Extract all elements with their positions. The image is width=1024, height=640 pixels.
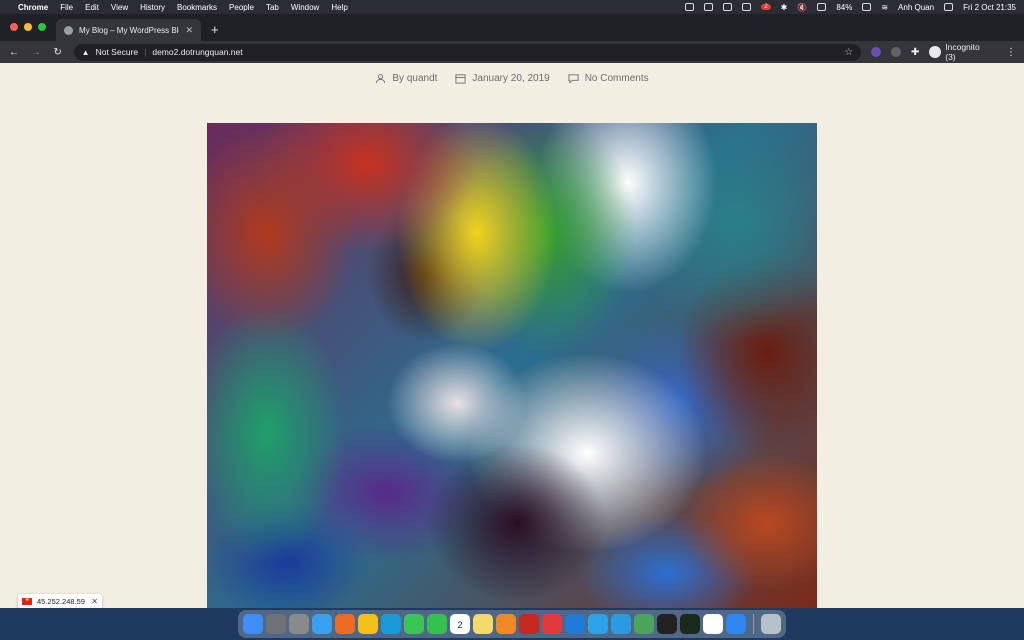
menu-history[interactable]: History	[140, 3, 165, 12]
macos-dock: 2	[238, 610, 786, 638]
incognito-profile-button[interactable]: Incognito (3)	[929, 42, 992, 62]
menu-tab[interactable]: Tab	[266, 3, 279, 12]
app-store-icon[interactable]	[726, 614, 746, 634]
more-menu-icon[interactable]: ⋮	[1006, 47, 1016, 58]
security-label[interactable]: Not Secure	[96, 47, 139, 57]
chrome-icon[interactable]	[358, 614, 378, 634]
battery-icon	[862, 3, 872, 11]
status-airplay-icon[interactable]	[742, 3, 752, 11]
menu-bookmarks[interactable]: Bookmarks	[177, 3, 217, 12]
menu-view[interactable]: View	[111, 3, 128, 12]
status-document-icon[interactable]	[723, 3, 733, 11]
menubar-clock[interactable]: Fri 2 Oct 21:35	[963, 3, 1016, 12]
ip-address: 45.252.248.59	[37, 597, 85, 606]
safari-icon[interactable]	[312, 614, 332, 634]
minimize-window-button[interactable]	[24, 23, 32, 31]
incognito-label: Incognito (3)	[945, 42, 980, 62]
control-center-icon[interactable]	[944, 3, 954, 11]
macos-menubar: Chrome File Edit View History Bookmarks …	[0, 0, 1024, 14]
creative-cloud-icon[interactable]	[542, 614, 562, 634]
forward-arrow-icon[interactable]: →	[30, 47, 42, 58]
post-author[interactable]: By quandt	[375, 73, 437, 84]
sourcetree-icon[interactable]	[634, 614, 654, 634]
notification-badge[interactable]: 2	[761, 4, 771, 10]
url-separator: |	[144, 47, 147, 57]
bluetooth-icon[interactable]: ✱	[781, 3, 788, 12]
date-text[interactable]: January 20, 2019	[472, 73, 549, 84]
menu-app-name[interactable]: Chrome	[18, 3, 48, 12]
battery-percent[interactable]: 84%	[836, 3, 852, 12]
calendar-icon	[455, 74, 466, 84]
dock-separator	[753, 614, 754, 634]
menu-window[interactable]: Window	[291, 3, 319, 12]
maximize-window-button[interactable]	[38, 23, 46, 31]
menu-help[interactable]: Help	[331, 3, 347, 12]
bookmark-star-icon[interactable]: ☆	[844, 47, 853, 58]
page-content: By quandt January 20, 2019 No Comments	[0, 63, 1024, 608]
wifi-icon[interactable]: ≋	[881, 3, 888, 12]
chrome-window: My Blog – My WordPress Blog ✕ + ← → ↻ ▲ …	[0, 14, 1024, 608]
incognito-icon	[929, 46, 942, 58]
vietnam-flag-icon	[22, 597, 32, 605]
reload-icon[interactable]: ↻	[52, 47, 64, 58]
filezilla-icon[interactable]	[519, 614, 539, 634]
notes-icon[interactable]	[473, 614, 493, 634]
user-name[interactable]: Anh Quan	[898, 3, 934, 12]
calendar-icon-dock[interactable]: 2	[450, 614, 470, 634]
comment-icon	[568, 74, 579, 84]
menu-edit[interactable]: Edit	[85, 3, 99, 12]
ip-popup-close-icon[interactable]: ✕	[91, 597, 98, 606]
post-comments[interactable]: No Comments	[568, 73, 649, 84]
status-app-icon[interactable]	[685, 3, 695, 11]
ip-info-popup: 45.252.248.59 ✕	[18, 594, 102, 608]
finder-icon[interactable]	[243, 614, 263, 634]
zalo-icon[interactable]	[703, 614, 723, 634]
extension-icon[interactable]	[871, 47, 882, 57]
messages-icon[interactable]	[404, 614, 424, 634]
trash-icon[interactable]	[761, 614, 781, 634]
post-date[interactable]: January 20, 2019	[455, 73, 550, 84]
back-arrow-icon[interactable]: ←	[8, 47, 20, 58]
featured-image	[207, 123, 817, 608]
screenshot-icon[interactable]	[289, 614, 309, 634]
browser-toolbar: ← → ↻ ▲ Not Secure | demo2.dotrungquan.n…	[0, 41, 1024, 63]
tab-close-icon[interactable]: ✕	[185, 25, 193, 36]
facetime-icon[interactable]	[427, 614, 447, 634]
author-text[interactable]: By quandt	[392, 73, 437, 84]
active-tab[interactable]: My Blog – My WordPress Blog ✕	[56, 19, 201, 41]
warning-icon[interactable]: ▲	[82, 48, 90, 57]
firefox-icon[interactable]	[335, 614, 355, 634]
new-tab-button[interactable]: +	[211, 22, 219, 37]
calendar-day: 2	[457, 620, 463, 630]
menu-people[interactable]: People	[229, 3, 254, 12]
close-window-button[interactable]	[10, 23, 18, 31]
user-icon	[376, 74, 386, 84]
extension-icon-2[interactable]	[891, 47, 901, 57]
comments-text[interactable]: No Comments	[585, 73, 649, 84]
telegram-icon[interactable]	[611, 614, 631, 634]
menubar-status-area: 2 ✱ 🔇 84% ≋ Anh Quan Fri 2 Oct 21:35	[685, 3, 1016, 12]
mute-icon[interactable]: 🔇	[797, 3, 807, 12]
sublime-icon[interactable]	[496, 614, 516, 634]
status-sync-icon[interactable]	[704, 3, 714, 11]
extensions-puzzle-icon[interactable]: ✚	[911, 47, 919, 58]
edge-icon[interactable]	[381, 614, 401, 634]
keyboard-icon[interactable]	[817, 3, 827, 11]
address-bar[interactable]: ▲ Not Secure | demo2.dotrungquan.net ☆	[73, 43, 862, 61]
system-preferences-icon[interactable]	[266, 614, 286, 634]
tab-strip: My Blog – My WordPress Blog ✕ +	[0, 14, 1024, 41]
globe-icon	[64, 25, 73, 35]
terminal-icon[interactable]	[657, 614, 677, 634]
url-text[interactable]: demo2.dotrungquan.net	[152, 47, 242, 57]
desktop-background: 2	[0, 608, 1024, 640]
onedrive-sync-icon[interactable]	[565, 614, 585, 634]
window-controls	[10, 23, 46, 31]
menu-file[interactable]: File	[60, 3, 73, 12]
post-meta: By quandt January 20, 2019 No Comments	[0, 73, 1024, 84]
iterm-icon[interactable]	[680, 614, 700, 634]
skype-icon[interactable]	[588, 614, 608, 634]
tab-title: My Blog – My WordPress Blog	[79, 25, 180, 35]
